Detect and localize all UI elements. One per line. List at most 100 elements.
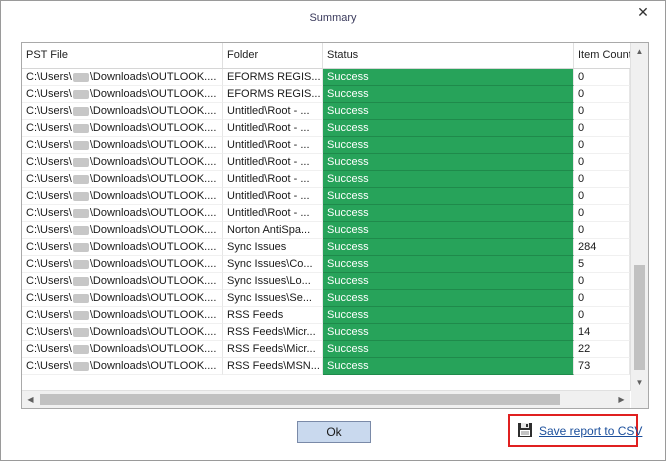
table-row[interactable]: C:\Users\ \Downloads\OUTLOOK.... Untitled\… [22,188,630,205]
item-count-cell: 0 [574,137,630,154]
chevron-right-icon[interactable]: ▶ [613,391,630,408]
status-cell: Success [323,69,574,86]
pst-file-prefix: C:\Users\ [26,241,72,253]
pst-file-suffix: \Downloads\OUTLOOK.... [89,343,217,355]
column-header-pst-file[interactable]: PST File [22,43,223,68]
table-header: PST File Folder Status Item Count [22,43,630,69]
pst-file-cell: C:\Users\ \Downloads\OUTLOOK.... [22,120,223,137]
status-cell: Success [323,205,574,222]
redacted-username [72,174,89,184]
table-row[interactable]: C:\Users\ \Downloads\OUTLOOK.... Untitled\… [22,205,630,222]
horizontal-scroll-thumb[interactable] [40,394,560,405]
pst-file-prefix: C:\Users\ [26,190,72,202]
folder-cell: RSS Feeds [223,307,323,324]
item-count-cell: 0 [574,86,630,103]
pst-file-suffix: \Downloads\OUTLOOK.... [89,207,217,219]
table-row[interactable]: C:\Users\ \Downloads\OUTLOOK.... Untitled\… [22,137,630,154]
folder-cell: Untitled\Root - ... [223,103,323,120]
status-cell: Success [323,120,574,137]
redacted-username [72,123,89,133]
folder-cell: Norton AntiSpa... [223,222,323,239]
status-cell: Success [323,171,574,188]
table-row[interactable]: C:\Users\ \Downloads\OUTLOOK.... RSS Feeds… [22,324,630,341]
folder-cell: Sync Issues [223,239,323,256]
pst-file-prefix: C:\Users\ [26,292,72,304]
redacted-username [72,259,89,269]
table-row[interactable]: C:\Users\ \Downloads\OUTLOOK.... Sync Issu… [22,239,630,256]
folder-cell: Untitled\Root - ... [223,188,323,205]
table-row[interactable]: C:\Users\ \Downloads\OUTLOOK.... Untitled\… [22,103,630,120]
folder-cell: EFORMS REGIS... [223,86,323,103]
folder-cell: RSS Feeds\Micr... [223,324,323,341]
pst-file-prefix: C:\Users\ [26,71,72,83]
pst-file-cell: C:\Users\ \Downloads\OUTLOOK.... [22,222,223,239]
vertical-scroll-thumb[interactable] [634,265,645,370]
table-row[interactable]: C:\Users\ \Downloads\OUTLOOK.... Sync Issu… [22,290,630,307]
table-row[interactable]: C:\Users\ \Downloads\OUTLOOK.... EFORMS RE… [22,69,630,86]
ok-button[interactable]: Ok [297,421,371,443]
column-header-item-count[interactable]: Item Count [574,43,630,68]
save-report-link[interactable]: Save report to CSV [517,422,642,440]
status-cell: Success [323,358,574,375]
pst-file-prefix: C:\Users\ [26,207,72,219]
redacted-username [72,157,89,167]
redacted-username [72,327,89,337]
status-cell: Success [323,86,574,103]
table-row[interactable]: C:\Users\ \Downloads\OUTLOOK.... Norton An… [22,222,630,239]
pst-file-prefix: C:\Users\ [26,309,72,321]
redacted-username [72,310,89,320]
chevron-down-icon[interactable]: ▼ [631,374,648,391]
pst-file-cell: C:\Users\ \Downloads\OUTLOOK.... [22,341,223,358]
item-count-cell: 0 [574,154,630,171]
pst-file-suffix: \Downloads\OUTLOOK.... [89,105,217,117]
table-row[interactable]: C:\Users\ \Downloads\OUTLOOK.... RSS Feeds… [22,307,630,324]
redacted-username [72,208,89,218]
item-count-cell: 0 [574,69,630,86]
chevron-left-icon[interactable]: ◀ [22,391,39,408]
item-count-cell: 5 [574,256,630,273]
table-row[interactable]: C:\Users\ \Downloads\OUTLOOK.... RSS Feeds… [22,341,630,358]
table-row[interactable]: C:\Users\ \Downloads\OUTLOOK.... EFORMS RE… [22,86,630,103]
table-row[interactable]: C:\Users\ \Downloads\OUTLOOK.... Sync Issu… [22,273,630,290]
table-row[interactable]: C:\Users\ \Downloads\OUTLOOK.... Untitled\… [22,120,630,137]
pst-file-cell: C:\Users\ \Downloads\OUTLOOK.... [22,137,223,154]
item-count-cell: 0 [574,307,630,324]
vertical-scrollbar[interactable]: ▲ ▼ [630,43,648,391]
column-header-status[interactable]: Status [323,43,574,68]
folder-cell: Untitled\Root - ... [223,120,323,137]
item-count-cell: 0 [574,171,630,188]
redacted-username [72,191,89,201]
table-row[interactable]: C:\Users\ \Downloads\OUTLOOK.... Untitled\… [22,154,630,171]
folder-cell: Untitled\Root - ... [223,205,323,222]
close-icon[interactable]: ✕ [635,4,651,20]
redacted-username [72,293,89,303]
status-cell: Success [323,137,574,154]
column-header-folder[interactable]: Folder [223,43,323,68]
pst-file-cell: C:\Users\ \Downloads\OUTLOOK.... [22,324,223,341]
status-cell: Success [323,341,574,358]
status-cell: Success [323,324,574,341]
table-row[interactable]: C:\Users\ \Downloads\OUTLOOK.... Sync Issu… [22,256,630,273]
table-row[interactable]: C:\Users\ \Downloads\OUTLOOK.... RSS Feeds… [22,358,630,375]
item-count-cell: 0 [574,103,630,120]
save-report-label[interactable]: Save report to CSV [539,424,642,438]
pst-file-suffix: \Downloads\OUTLOOK.... [89,275,217,287]
redacted-username [72,242,89,252]
redacted-username [72,106,89,116]
horizontal-scrollbar[interactable]: ◀ ▶ [22,390,630,408]
redacted-username [72,276,89,286]
pst-file-prefix: C:\Users\ [26,173,72,185]
table-row[interactable]: C:\Users\ \Downloads\OUTLOOK.... Untitled\… [22,171,630,188]
scrollbar-corner [631,391,648,408]
item-count-cell: 0 [574,273,630,290]
item-count-cell: 22 [574,341,630,358]
pst-file-suffix: \Downloads\OUTLOOK.... [89,258,217,270]
item-count-cell: 14 [574,324,630,341]
floppy-disk-icon [517,422,533,441]
folder-cell: RSS Feeds\Micr... [223,341,323,358]
status-cell: Success [323,222,574,239]
status-cell: Success [323,103,574,120]
pst-file-cell: C:\Users\ \Downloads\OUTLOOK.... [22,205,223,222]
pst-file-prefix: C:\Users\ [26,275,72,287]
chevron-up-icon[interactable]: ▲ [631,43,648,60]
